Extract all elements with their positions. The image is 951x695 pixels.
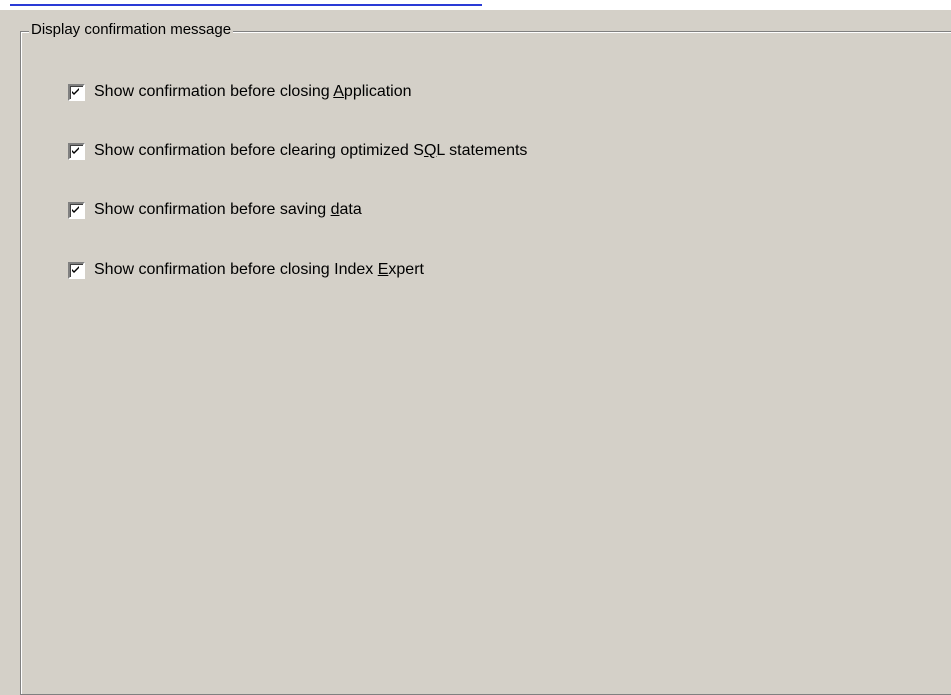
settings-panel: Display confirmation message Show confir… [0,10,951,695]
groupbox-title: Display confirmation message [29,20,234,40]
checkbox-saving-data[interactable] [68,201,85,219]
checkbox-label-closing-application: Show confirmation before closing Applica… [94,83,412,100]
checkbox-row-clearing-sql[interactable]: Show confirmation before clearing optimi… [68,141,527,161]
checkbox-row-closing-application[interactable]: Show confirmation before closing Applica… [68,82,412,102]
checkbox-row-saving-data[interactable]: Show confirmation before saving data [68,200,362,220]
checkbox-row-closing-index-expert[interactable]: Show confirmation before closing Index E… [68,260,424,280]
hyperlink-underline[interactable] [10,4,482,6]
top-link-strip [0,0,951,10]
checkbox-clearing-sql[interactable] [68,142,85,160]
checkmark-icon [72,87,79,95]
checkbox-closing-application[interactable] [68,83,85,101]
checkbox-closing-index-expert[interactable] [68,261,85,279]
confirmation-groupbox [20,31,951,695]
checkmark-icon [72,265,79,273]
checkbox-label-saving-data: Show confirmation before saving data [94,201,362,218]
checkbox-label-closing-index-expert: Show confirmation before closing Index E… [94,261,424,278]
checkmark-icon [72,205,79,213]
checkbox-label-clearing-sql: Show confirmation before clearing optimi… [94,142,528,159]
checkmark-icon [72,146,79,154]
